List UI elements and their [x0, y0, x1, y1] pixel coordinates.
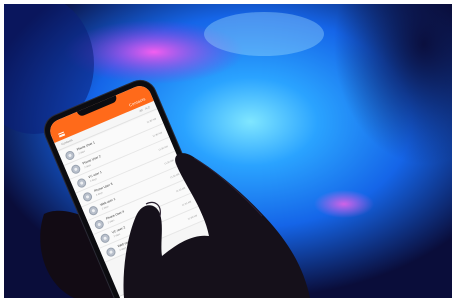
photo: Contacts Contacts All A-Z Phone User 12 …: [4, 4, 452, 298]
right-hand: [123, 153, 310, 298]
